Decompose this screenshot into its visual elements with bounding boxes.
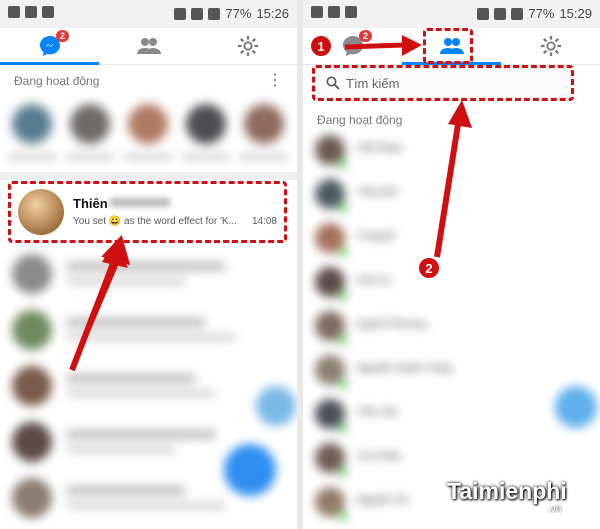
signal-icon bbox=[511, 7, 524, 20]
avatar-label bbox=[8, 154, 56, 160]
list-item[interactable]: Cúc Khâu bbox=[315, 439, 590, 479]
active-now-heading: Đang hoạt động bbox=[14, 74, 100, 88]
list-item[interactable] bbox=[12, 362, 282, 410]
list-item[interactable] bbox=[12, 250, 282, 298]
contact-name: Việt Phạm bbox=[357, 143, 403, 154]
floating-button[interactable] bbox=[256, 386, 296, 426]
tab-people[interactable] bbox=[99, 28, 198, 64]
contact-name: Nguyễn Thị bbox=[357, 495, 408, 506]
contact-name: Nguyễn Huyền Trang bbox=[357, 363, 452, 374]
signal-icon bbox=[208, 7, 221, 20]
mute-icon bbox=[477, 7, 490, 20]
contact-name: Hoa Cu bbox=[357, 275, 391, 286]
floating-button[interactable] bbox=[555, 386, 597, 428]
wrench-icon bbox=[345, 6, 357, 18]
avatar[interactable] bbox=[186, 104, 226, 144]
status-bar: 77% 15:29 bbox=[303, 0, 600, 28]
avatar[interactable] bbox=[12, 104, 52, 144]
list-item[interactable] bbox=[12, 306, 282, 354]
contact-name: Quỳnh Phương bbox=[357, 319, 426, 330]
tab-chats[interactable]: 2 bbox=[0, 28, 99, 65]
gear-icon bbox=[540, 35, 561, 57]
left-screen: 77% 15:26 2 Đang hoạt động ⋮ Thiên You s… bbox=[0, 0, 297, 529]
status-icons-left bbox=[311, 6, 357, 18]
tab-bar: 2 bbox=[0, 28, 297, 65]
battery-percent: 77% bbox=[528, 6, 555, 21]
highlight-box-search bbox=[312, 65, 574, 101]
lock-icon bbox=[311, 6, 323, 18]
tab-settings[interactable] bbox=[501, 28, 600, 64]
unread-badge: 2 bbox=[56, 30, 70, 42]
contact-name: Cúc Khâu bbox=[357, 451, 401, 462]
list-item[interactable]: Quỳnh Phương bbox=[315, 307, 590, 347]
watermark-suffix: .vn bbox=[548, 504, 562, 515]
list-item[interactable]: Trần Anh bbox=[315, 175, 590, 215]
wrench-icon bbox=[42, 6, 54, 18]
avatar[interactable] bbox=[70, 104, 110, 144]
active-now-heading: Đang hoạt động bbox=[317, 113, 403, 127]
highlight-box bbox=[8, 181, 287, 243]
compose-button[interactable] bbox=[224, 444, 276, 496]
people-icon bbox=[136, 38, 161, 54]
tab-settings[interactable] bbox=[198, 28, 297, 64]
avatar-label bbox=[124, 154, 172, 160]
step-marker-1: 1 bbox=[309, 34, 333, 58]
image-icon bbox=[25, 6, 37, 18]
battery-percent: 77% bbox=[225, 6, 252, 21]
list-item[interactable]: Trần Văn bbox=[315, 395, 590, 435]
contact-name: Trần Anh bbox=[357, 187, 398, 198]
status-icons-right: 77% 15:29 bbox=[477, 6, 592, 21]
status-time: 15:26 bbox=[256, 6, 289, 21]
contact-name: Trang Bi bbox=[357, 231, 395, 242]
avatar-label bbox=[240, 154, 288, 160]
status-icons-right: 77% 15:26 bbox=[174, 6, 289, 21]
status-bar: 77% 15:26 bbox=[0, 0, 297, 28]
highlight-box-people-tab bbox=[423, 28, 473, 64]
active-tab-indicator bbox=[0, 62, 99, 65]
wifi-icon bbox=[494, 7, 507, 20]
wifi-icon bbox=[191, 7, 204, 20]
avatar-label bbox=[66, 154, 114, 160]
step-marker-2: 2 bbox=[417, 256, 441, 280]
divider bbox=[0, 172, 297, 180]
status-time: 15:29 bbox=[559, 6, 592, 21]
list-item[interactable]: Việt Phạm bbox=[315, 131, 590, 171]
list-item[interactable]: Trang Bi bbox=[315, 219, 590, 259]
avatar-label bbox=[182, 154, 230, 160]
list-item[interactable]: Hoa Cu bbox=[315, 263, 590, 303]
gear-icon bbox=[237, 35, 258, 57]
avatar[interactable] bbox=[244, 104, 284, 144]
unread-badge: 2 bbox=[359, 30, 373, 42]
more-options-icon[interactable]: ⋮ bbox=[267, 70, 283, 90]
list-item[interactable]: Nguyễn Huyền Trang bbox=[315, 351, 590, 391]
image-icon bbox=[328, 6, 340, 18]
lock-icon bbox=[8, 6, 20, 18]
contact-name: Trần Văn bbox=[357, 407, 398, 418]
right-screen: 77% 15:29 2 Tìm kiếm Đang hoạt động Việt… bbox=[303, 0, 600, 529]
watermark-logo: Taimienphi bbox=[447, 478, 567, 504]
mute-icon bbox=[174, 7, 187, 20]
avatar[interactable] bbox=[128, 104, 168, 144]
status-icons-left bbox=[8, 6, 54, 18]
